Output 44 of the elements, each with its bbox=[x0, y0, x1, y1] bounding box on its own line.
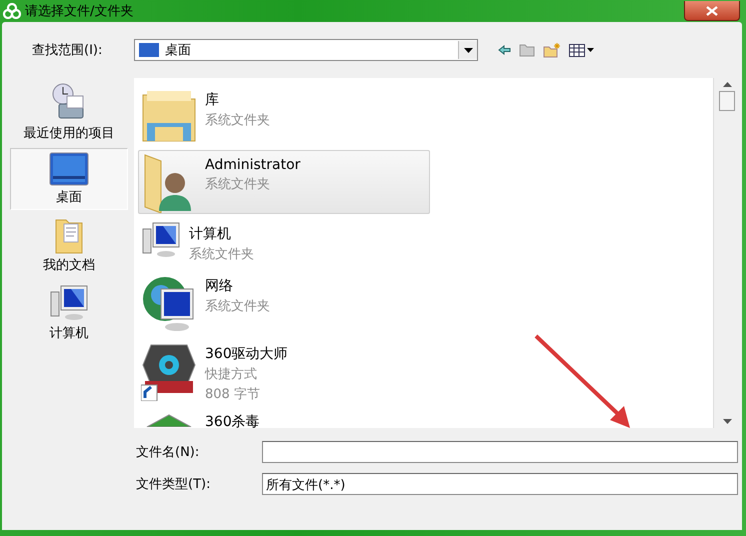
file-name: 库 bbox=[205, 91, 220, 109]
file-name: 360驱动大师 bbox=[205, 345, 288, 363]
look-in-label: 查找范围(I): bbox=[32, 42, 104, 59]
computer-icon bbox=[141, 221, 181, 259]
file-item[interactable]: 库 系统文件夹 bbox=[138, 84, 430, 146]
file-detail: 808 字节 bbox=[205, 386, 261, 403]
file-item[interactable]: 360杀毒 bbox=[138, 410, 430, 428]
monitor-icon bbox=[49, 152, 89, 186]
file-item[interactable]: Administrator 系统文件夹 bbox=[138, 150, 430, 214]
file-detail: 系统文件夹 bbox=[205, 112, 270, 129]
close-icon bbox=[706, 6, 718, 16]
monitor-icon bbox=[139, 43, 159, 57]
scroll-down-icon[interactable] bbox=[722, 419, 732, 424]
file-name: 网络 bbox=[205, 277, 234, 295]
file-name: 360杀毒 bbox=[205, 413, 260, 428]
look-in-value: 桌面 bbox=[165, 42, 192, 59]
computer-icon bbox=[49, 284, 89, 322]
file-detail: 系统文件夹 bbox=[189, 246, 254, 263]
file-detail: 系统文件夹 bbox=[205, 176, 271, 193]
back-arrow-icon[interactable] bbox=[498, 45, 511, 55]
scroll-thumb[interactable] bbox=[719, 91, 735, 111]
file-detail: 快捷方式 bbox=[205, 366, 258, 383]
close-button[interactable] bbox=[684, 1, 740, 21]
file-type-dropdown[interactable]: 所有文件(*.*) bbox=[262, 473, 738, 495]
file-name-field[interactable] bbox=[262, 441, 738, 463]
file-name-label: 文件名(N): bbox=[136, 444, 200, 461]
place-item[interactable]: 我的文档 bbox=[10, 212, 128, 278]
file-detail: 系统文件夹 bbox=[205, 298, 270, 315]
file-type-label: 文件类型(T): bbox=[136, 476, 212, 493]
file-name: Administrator bbox=[205, 157, 300, 173]
file-item[interactable]: 360驱动大师 快捷方式 808 字节 bbox=[138, 338, 430, 406]
place-item[interactable]: 计算机 bbox=[10, 280, 128, 346]
view-menu-icon[interactable] bbox=[569, 44, 595, 56]
place-item[interactable]: 最近使用的项目 bbox=[10, 78, 128, 146]
caret-icon bbox=[464, 48, 472, 52]
file-item[interactable]: 计算机 系统文件夹 bbox=[138, 218, 430, 266]
scroll-up-icon[interactable] bbox=[722, 82, 732, 87]
cloud-logo-icon bbox=[3, 3, 21, 19]
file-name: 计算机 bbox=[189, 225, 232, 243]
window-title: 请选择文件/文件夹 bbox=[25, 3, 134, 20]
place-item[interactable]: 桌面 bbox=[10, 148, 128, 210]
file-item[interactable]: 网络 系统文件夹 bbox=[138, 270, 430, 334]
new-folder-icon[interactable] bbox=[543, 42, 561, 58]
look-in-dropdown[interactable]: 桌面 bbox=[134, 39, 478, 61]
